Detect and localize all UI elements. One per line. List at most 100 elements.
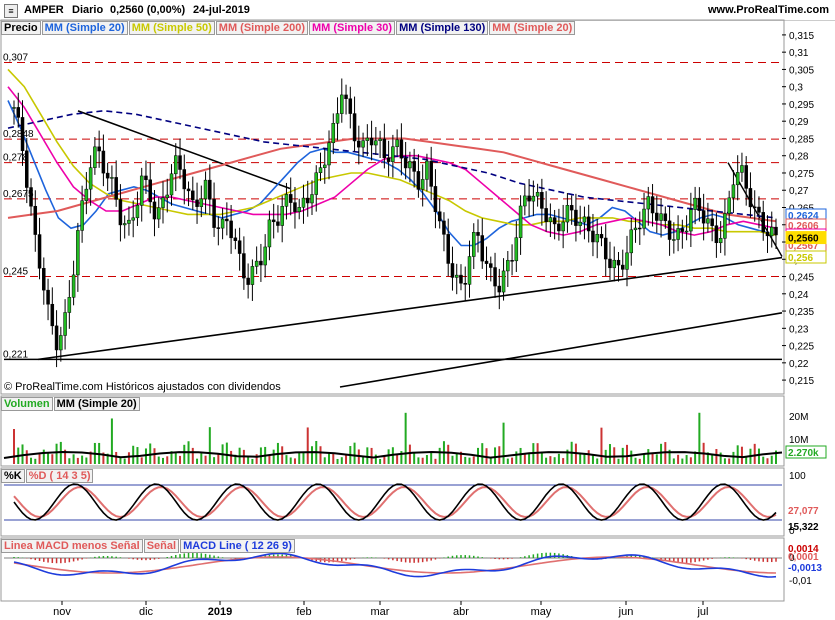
candle-body — [595, 234, 599, 243]
candle-body — [586, 216, 591, 232]
legend-macd-hist[interactable]: Linea MACD menos Señal — [1, 539, 143, 553]
candle-body — [357, 140, 361, 148]
candle-body — [403, 157, 408, 169]
legend-k[interactable]: %K — [1, 469, 25, 483]
legend-mm20[interactable]: MM (Simple 20) — [41, 21, 128, 35]
legend-signal[interactable]: Señal — [143, 539, 180, 553]
candle-body — [565, 205, 570, 223]
price-legend: Precio MM (Simple 20) MM (Simple 50) MM … — [1, 21, 576, 35]
legend-d[interactable]: %D ( 14 3 5) — [25, 469, 94, 483]
volume-bar — [698, 412, 701, 464]
time-axis: nov dic 2019 feb mar abr may jun jul — [53, 601, 709, 618]
candle-body — [701, 210, 706, 224]
candle-body — [378, 138, 382, 141]
candle-body — [761, 212, 765, 233]
candle-body — [263, 246, 267, 266]
macd-tick-label: -0,01 — [789, 576, 812, 587]
candle-body — [399, 139, 404, 159]
legend-mm200[interactable]: MM (Simple 200) — [215, 21, 308, 35]
volume-bar — [140, 457, 143, 464]
candle-body — [395, 139, 399, 147]
time-tick-label: abr — [453, 606, 469, 618]
candle-body — [105, 172, 110, 179]
macd-legend: Linea MACD menos Señal Señal MACD Line (… — [1, 539, 296, 553]
right-label-text: 0,256 — [788, 253, 813, 264]
volume-bar — [132, 445, 135, 464]
chart-canvas: 0,315 0,31 0,305 0,3 0,295 0,29 0,285 0,28 0,275… — [0, 19, 827, 618]
candle-body — [280, 206, 284, 226]
candle-body — [693, 197, 697, 210]
candle-body — [459, 274, 463, 284]
candle-body — [127, 219, 131, 224]
volume-bar — [383, 456, 386, 464]
candle-body — [667, 220, 672, 240]
candle-body — [706, 218, 710, 224]
candle-body — [740, 165, 744, 173]
right-label-text: 0,2560 — [788, 234, 819, 245]
candle-body — [574, 209, 578, 226]
legend-mm50[interactable]: MM (Simple 50) — [128, 21, 215, 35]
volume-bar — [464, 456, 467, 464]
price-panel-frame — [0, 19, 785, 395]
volume-bar — [208, 427, 211, 464]
volume-bar — [451, 455, 454, 464]
volume-bar — [617, 458, 620, 464]
volume-bar — [200, 453, 203, 464]
candle-body — [76, 230, 80, 276]
candle-body — [727, 197, 731, 214]
legend-macd-line[interactable]: MACD Line ( 12 26 9) — [180, 539, 295, 553]
volume-bar — [630, 450, 633, 464]
legend-mm30[interactable]: MM (Simple 30) — [308, 21, 396, 35]
volume-bar — [557, 453, 560, 464]
volume-bar — [434, 458, 437, 464]
candle-body — [37, 234, 42, 269]
candle-body — [697, 197, 702, 211]
volume-bar — [766, 458, 769, 464]
legend-mm130[interactable]: MM (Simple 130) — [396, 21, 489, 35]
time-tick-label: nov — [53, 606, 71, 618]
candle-body — [672, 239, 676, 241]
volume-bar — [511, 457, 514, 464]
candle-body — [156, 207, 161, 220]
macd-value: 0,0001 — [788, 552, 819, 563]
volume-bar — [634, 457, 637, 464]
volume-bar — [374, 454, 377, 464]
volume-bar — [272, 449, 275, 464]
candle-body — [582, 216, 587, 223]
candle-body — [293, 202, 297, 212]
legend-mm20b[interactable]: MM (Simple 20) — [489, 21, 576, 35]
candle-body — [246, 277, 250, 285]
candle-body — [161, 197, 165, 208]
volume-bar — [591, 454, 594, 464]
candle-body — [412, 161, 416, 172]
legend-volumen[interactable]: Volumen — [1, 397, 53, 411]
volume-bar — [340, 457, 343, 464]
candle-body — [765, 231, 770, 237]
volume-bar — [430, 452, 433, 464]
volume-bar — [72, 454, 75, 464]
volume-bar — [25, 450, 28, 464]
candle-body — [506, 260, 510, 272]
candle-body — [174, 155, 178, 175]
candle-body — [225, 218, 229, 222]
price-tick-label: 0,295 — [789, 100, 814, 111]
volume-bar — [281, 446, 284, 464]
candle-body — [139, 175, 144, 206]
candle-body — [80, 200, 84, 231]
volume-bar — [289, 457, 292, 464]
volume-bar — [528, 452, 531, 464]
volume-bar — [736, 445, 739, 464]
candle-body — [212, 199, 216, 228]
volume-bar — [225, 442, 228, 464]
candle-body — [629, 229, 634, 254]
legend-vol-mm20[interactable]: MM (Simple 20) — [53, 397, 140, 411]
volume-bar — [425, 455, 428, 464]
legend-precio[interactable]: Precio — [1, 21, 41, 35]
volume-bar — [677, 454, 680, 464]
candle-body — [361, 140, 365, 148]
candle-body — [374, 140, 378, 146]
candle-body — [267, 219, 272, 248]
volume-bar — [196, 458, 199, 464]
candle-body — [569, 205, 574, 211]
candle-body — [323, 164, 327, 168]
